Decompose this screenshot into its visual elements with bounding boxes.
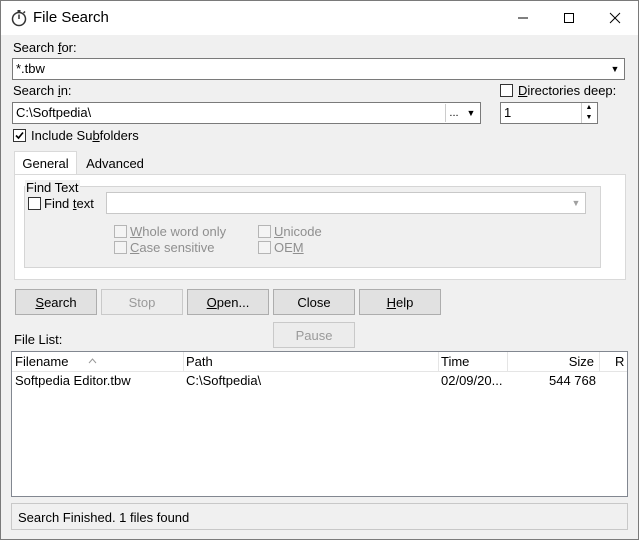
directories-deep-checkbox[interactable] [500,84,513,97]
close-icon [609,12,621,24]
search-in-value: C:\Softpedia\ [16,105,92,120]
include-subfolders-checkbox[interactable] [13,129,26,142]
sort-ascending-icon [88,358,97,364]
file-list-header: Filename Path Time Size R [12,352,627,372]
search-in-label: Search in: [13,83,72,98]
column-separator[interactable] [438,352,439,371]
search-in-combobox[interactable]: C:\Softpedia\ ... ▼ [12,102,481,124]
directories-deep-value: 1 [504,105,512,120]
help-button[interactable]: Help [359,289,441,315]
file-list-label: File List: [14,332,63,347]
unicode-checkbox[interactable] [258,225,271,238]
case-sensitive-label: Case sensitive [130,240,215,255]
close-button[interactable]: Close [273,289,355,315]
stopwatch-icon [11,10,27,27]
browse-folder-button[interactable]: ... [445,104,462,122]
dropdown-arrow-icon[interactable]: ▼ [568,194,584,212]
column-header-path[interactable]: Path [186,353,213,371]
find-text-label: Find text [44,196,94,211]
oem-label: OEM [274,240,304,255]
tab-advanced[interactable]: Advanced [79,151,151,175]
directories-deep-spinner[interactable]: 1 ▲ ▼ [500,102,598,124]
dropdown-arrow-icon[interactable]: ▼ [607,60,623,78]
search-button[interactable]: Search [15,289,97,315]
whole-word-label: Whole word only [130,224,227,239]
whole-word-checkbox[interactable] [114,225,127,238]
pause-button[interactable]: Pause [273,322,355,348]
include-subfolders-label: Include Subfolders [31,128,139,143]
column-separator[interactable] [507,352,508,371]
open-button[interactable]: Open... [187,289,269,315]
spin-up-icon[interactable]: ▲ [581,103,596,113]
maximize-icon [564,13,574,23]
tab-general[interactable]: General [14,151,77,175]
search-for-value: *.tbw [16,61,45,76]
find-text-combobox[interactable]: ▼ [106,192,586,214]
status-text: Search Finished. 1 files found [18,510,190,525]
close-window-button[interactable] [592,1,638,35]
column-header-filename[interactable]: Filename [15,353,68,371]
cell-path: C:\Softpedia\ [186,373,262,388]
minimize-icon [518,17,528,19]
dropdown-arrow-icon[interactable]: ▼ [463,104,479,122]
column-header-r[interactable]: R [615,353,624,371]
search-for-combobox[interactable]: *.tbw ▼ [12,58,625,80]
find-text-groupbox: Find Text Find text ▼ Whole word only Ca… [24,180,601,268]
cell-time: 02/09/20... [441,373,503,388]
general-tab-panel: Find Text Find text ▼ Whole word only Ca… [14,174,626,280]
search-for-label: Search for: [13,40,77,55]
maximize-button[interactable] [546,1,592,35]
cell-size: 544 768 [549,373,596,388]
window-title: File Search [33,9,109,26]
case-sensitive-checkbox[interactable] [114,241,127,254]
minimize-button[interactable] [500,1,546,35]
title-bar[interactable]: File Search [1,1,638,35]
spin-down-icon[interactable]: ▼ [581,113,596,123]
directories-deep-label: Directories deep: [518,83,617,98]
column-header-time[interactable]: Time [441,353,469,371]
column-separator[interactable] [599,352,600,371]
unicode-label: Unicode [274,224,322,239]
find-text-checkbox[interactable] [28,197,41,210]
status-bar: Search Finished. 1 files found [11,503,628,530]
column-separator[interactable] [183,352,184,371]
oem-checkbox[interactable] [258,241,271,254]
cell-filename: Softpedia Editor.tbw [15,373,131,388]
file-search-window: File Search Search for: *.tbw ▼ Search i… [0,0,639,540]
checkmark-icon [15,131,24,140]
find-text-group-title: Find Text [25,180,80,195]
file-list[interactable]: Filename Path Time Size R Softpedia Edit… [11,351,628,497]
column-header-size[interactable]: Size [510,353,594,371]
stop-button[interactable]: Stop [101,289,183,315]
